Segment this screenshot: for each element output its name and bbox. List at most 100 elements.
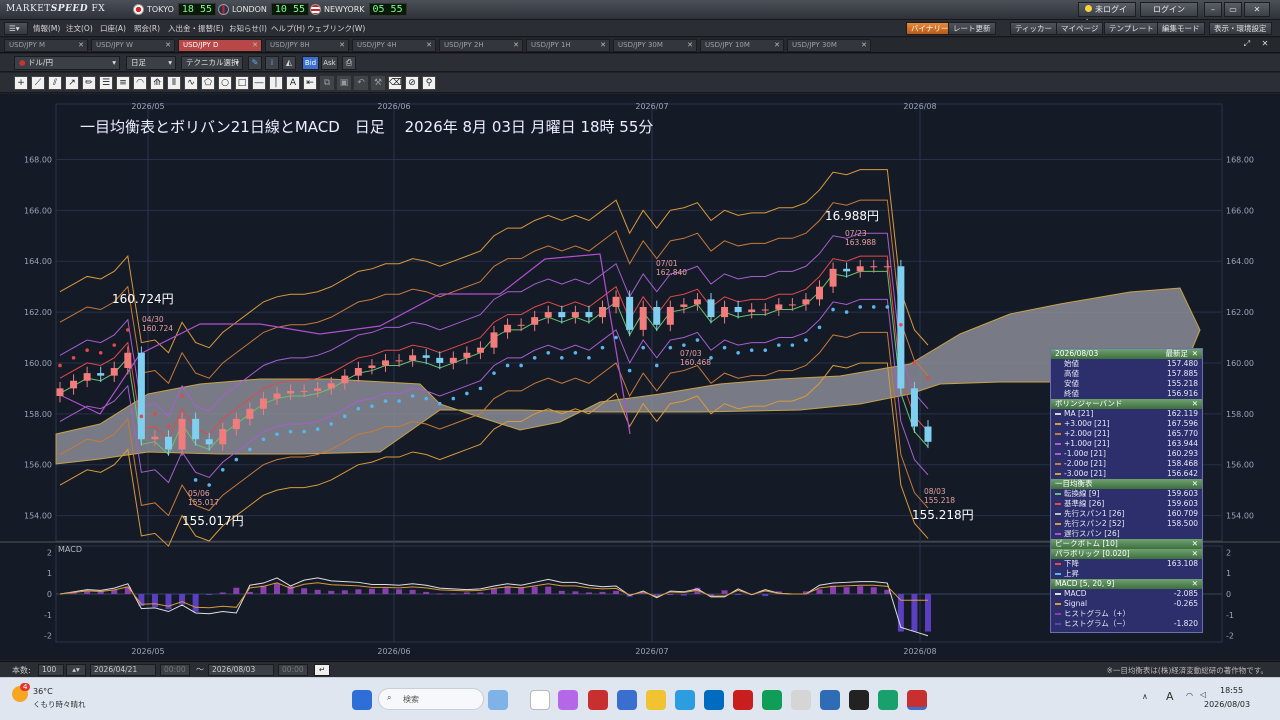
close-icon[interactable]: ✕	[513, 40, 519, 51]
to-time-input[interactable]: 00:00	[278, 664, 308, 676]
chrome-icon[interactable]	[762, 690, 782, 710]
pencil-icon[interactable]: ✏	[82, 76, 96, 90]
edit-mode-button[interactable]: 編集モード	[1157, 22, 1205, 35]
refresh-icon[interactable]: ↵	[314, 664, 330, 676]
tab-usdjpy-4h[interactable]: USD/JPY 4H ✕	[352, 39, 436, 52]
close-icon[interactable]: ✕	[600, 40, 606, 51]
vline-icon[interactable]: │	[269, 76, 283, 90]
from-time-input[interactable]: 00:00	[160, 664, 190, 676]
mypage-button[interactable]: マイページ	[1056, 22, 1104, 35]
app-icon-3[interactable]	[791, 690, 811, 710]
close-icon[interactable]: ✕	[861, 40, 867, 51]
marketspeed-icon[interactable]	[907, 690, 927, 710]
ask-button[interactable]: Ask	[321, 56, 338, 70]
menu-notice[interactable]: お知らせ(I)	[229, 23, 267, 34]
close-icon[interactable]: ✕	[1192, 579, 1198, 589]
copilot-icon[interactable]	[558, 690, 578, 710]
app-icon-2[interactable]	[617, 690, 637, 710]
crosshair-icon[interactable]: +	[14, 76, 28, 90]
tab-usdjpy-30m[interactable]: USD/JPY 30M ✕	[613, 39, 697, 52]
count-stepper[interactable]: ▴▾	[66, 664, 86, 676]
menu-deposit[interactable]: 入出金・振替(E)	[168, 23, 224, 34]
app-icon-6[interactable]	[878, 690, 898, 710]
copy-icon[interactable]: ⧉	[320, 76, 334, 90]
edge-icon[interactable]	[675, 690, 695, 710]
info-icon[interactable]: i	[265, 56, 279, 70]
paste-icon[interactable]: ▣	[337, 76, 351, 90]
lock-icon[interactable]: ⚲	[422, 76, 436, 90]
ticker-button[interactable]: ティッカー	[1010, 22, 1058, 35]
tab-usdjpy-d[interactable]: USD/JPY D ✕	[178, 39, 262, 52]
hline-icon[interactable]: ☰	[99, 76, 113, 90]
arrow-icon[interactable]: ⇤	[303, 76, 317, 90]
text-icon[interactable]: A	[286, 76, 300, 90]
login-button[interactable]: ログイン	[1140, 2, 1198, 17]
task-view-icon[interactable]	[530, 690, 550, 710]
close-icon[interactable]: ✕	[426, 40, 432, 51]
circle-icon[interactable]: ○	[218, 76, 232, 90]
tab-usdjpy-30m-2[interactable]: USD/JPY 30M ✕	[787, 39, 871, 52]
menu-weblink[interactable]: ウェブリンク(W)	[307, 23, 365, 34]
widgets-icon[interactable]	[488, 690, 508, 710]
close-icon[interactable]: ✕	[1192, 539, 1198, 549]
close-icon[interactable]: ✕	[339, 40, 345, 51]
explorer-icon[interactable]	[646, 690, 666, 710]
from-date-input[interactable]: 2026/04/21	[90, 664, 156, 676]
mcafee-icon[interactable]	[733, 690, 753, 710]
close-icon[interactable]: ✕	[252, 40, 258, 51]
rectangle-icon[interactable]: □	[235, 76, 249, 90]
dell-icon[interactable]	[704, 690, 724, 710]
close-icon[interactable]: ✕	[687, 40, 693, 51]
close-icon[interactable]: ✕	[1192, 479, 1198, 489]
menu-help[interactable]: ヘルプ(H)	[271, 23, 305, 34]
cycle-icon[interactable]: ∿	[184, 76, 198, 90]
binary-button[interactable]: バイナリー	[906, 22, 954, 35]
close-icon[interactable]: ✕	[774, 40, 780, 51]
search-box[interactable]: ⌕ 検索	[378, 688, 484, 710]
magnet-icon[interactable]: ⊘	[405, 76, 419, 90]
app-icon-5[interactable]	[849, 690, 869, 710]
rate-update-button[interactable]: レート更新	[948, 22, 996, 35]
fibonacci-icon[interactable]: ≡	[116, 76, 130, 90]
close-window-button[interactable]: ✕	[1244, 2, 1270, 17]
eraser-icon[interactable]: ⌫	[388, 76, 402, 90]
technical-select[interactable]: テクニカル選択 ▾	[181, 56, 243, 70]
bid-button[interactable]: Bid	[302, 56, 319, 70]
to-date-input[interactable]: 2026/08/03	[208, 664, 274, 676]
expand-icon[interactable]: ⤢	[1240, 38, 1254, 52]
close-icon[interactable]: ✕	[78, 40, 84, 51]
pentagon-icon[interactable]: ⬠	[201, 76, 215, 90]
login-status-button[interactable]: 未ログイン	[1078, 2, 1136, 27]
menu-info[interactable]: 情報(M)	[33, 23, 60, 34]
start-icon[interactable]	[352, 690, 372, 710]
currency-pair-select[interactable]: ● ドル/円 ▾	[14, 56, 120, 70]
template-button[interactable]: テンプレート	[1104, 22, 1159, 35]
vlines-icon[interactable]: ⦀	[167, 76, 181, 90]
arc-icon[interactable]: ◠	[133, 76, 147, 90]
speaker-icon[interactable]: ◁	[1200, 690, 1206, 699]
channel-icon[interactable]: ⫽	[48, 76, 62, 90]
display-settings-button[interactable]: 表示・環境設定	[1209, 22, 1272, 35]
ime-icon[interactable]: A	[1166, 690, 1174, 703]
close-panel-icon[interactable]: ✕	[1258, 38, 1272, 52]
print-icon[interactable]: ⎙	[342, 56, 356, 70]
tab-usdjpy-1h[interactable]: USD/JPY 1H ✕	[526, 39, 610, 52]
tab-usdjpy-2h[interactable]: USD/JPY 2H ✕	[439, 39, 523, 52]
tray-chevron-icon[interactable]: ∧	[1142, 692, 1148, 701]
tab-usdjpy-8h[interactable]: USD/JPY 8H ✕	[265, 39, 349, 52]
app-icon-1[interactable]	[588, 690, 608, 710]
undo-icon[interactable]: ↶	[354, 76, 368, 90]
ray-icon[interactable]: ↗	[65, 76, 79, 90]
tab-usdjpy-w[interactable]: USD/JPY W ✕	[91, 39, 175, 52]
maximize-button[interactable]: ▭	[1224, 2, 1242, 17]
trendline-icon[interactable]: ⟋	[31, 76, 45, 90]
period-select[interactable]: 日足 ▾	[126, 56, 176, 70]
settings-tool-icon[interactable]: ⚒	[371, 76, 385, 90]
menu-inquiry[interactable]: 照会(R)	[134, 23, 160, 34]
main-menu-button[interactable]: ☰▾	[4, 22, 28, 35]
line-icon[interactable]: ―	[252, 76, 266, 90]
count-input[interactable]: 100	[38, 664, 64, 676]
app-icon-4[interactable]	[820, 690, 840, 710]
pen-icon[interactable]: ✎	[248, 56, 262, 70]
area-chart-icon[interactable]: ◭	[282, 56, 296, 70]
